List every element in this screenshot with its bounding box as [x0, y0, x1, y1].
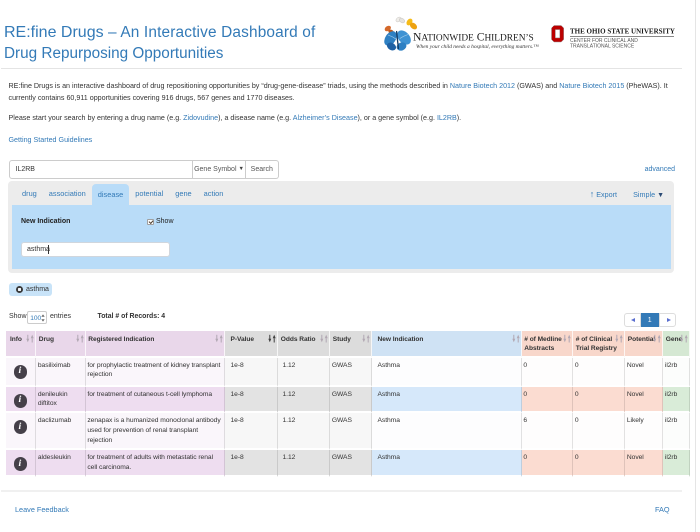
- svg-text:THE OHIO STATE UNIVERSITY: THE OHIO STATE UNIVERSITY: [570, 28, 675, 36]
- svg-text:TRANSLATIONAL SCIENCE: TRANSLATIONAL SCIENCE: [570, 43, 635, 49]
- svg-text:When your child needs a hospit: When your child needs a hospital, everyt…: [416, 44, 539, 50]
- svg-text:NATIONWIDE CHILDREN’S: NATIONWIDE CHILDREN’S: [413, 31, 534, 44]
